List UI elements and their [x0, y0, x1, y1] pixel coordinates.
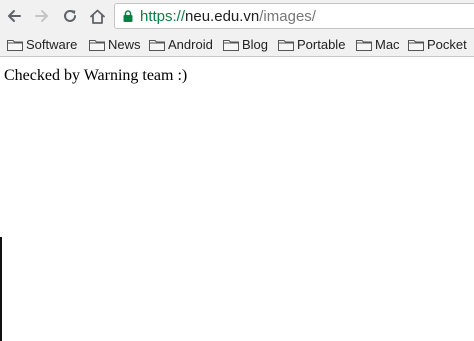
bookmark-label: Android — [168, 37, 213, 52]
folder-icon — [149, 39, 165, 51]
back-button[interactable] — [3, 5, 25, 27]
reload-icon — [64, 9, 76, 22]
bookmark-news[interactable]: News — [89, 36, 141, 53]
folder-icon — [408, 39, 424, 51]
url-host: neu.edu.vn — [185, 8, 260, 25]
window-edge-divider — [0, 237, 2, 341]
folder-icon — [278, 39, 294, 51]
address-bar[interactable]: https://neu.edu.vn/images/ — [114, 3, 474, 29]
forward-button[interactable] — [31, 5, 53, 27]
reload-button[interactable] — [59, 5, 81, 27]
bookmark-blog[interactable]: Blog — [223, 36, 268, 53]
bookmark-mac[interactable]: Mac — [356, 36, 400, 53]
home-button[interactable] — [86, 5, 108, 27]
home-icon — [89, 9, 105, 24]
folder-icon — [89, 39, 105, 51]
forward-arrow-icon — [35, 10, 48, 22]
lock-icon — [123, 10, 133, 22]
bookmark-label: News — [108, 37, 141, 52]
bookmark-pocket[interactable]: Pocket — [408, 36, 467, 53]
bookmark-software[interactable]: Software — [7, 36, 77, 53]
url-path: /images/ — [259, 8, 316, 25]
address-url[interactable]: https://neu.edu.vn/images/ — [140, 8, 316, 25]
bookmark-android[interactable]: Android — [149, 36, 213, 53]
page-message: Checked by Warning team :) — [4, 67, 188, 84]
back-arrow-icon — [8, 10, 21, 22]
bookmark-portable[interactable]: Portable — [278, 36, 345, 53]
bookmark-label: Software — [26, 37, 78, 52]
url-scheme: https:// — [140, 8, 186, 25]
page-content: Checked by Warning team :) — [0, 58, 474, 341]
browser-toolbar: https://neu.edu.vn/images/ — [0, 0, 474, 32]
bookmark-label: Mac — [375, 37, 400, 52]
browser-chrome: https://neu.edu.vn/images/ Software News… — [0, 0, 474, 57]
bookmark-label: Blog — [242, 37, 269, 52]
bookmarks-bar: Software News Android Blog Portable Mac … — [0, 33, 474, 56]
bookmark-label: Pocket — [427, 37, 467, 52]
folder-icon — [7, 39, 23, 51]
bookmark-label: Portable — [297, 37, 346, 52]
folder-icon — [356, 39, 372, 51]
folder-icon — [223, 39, 239, 51]
